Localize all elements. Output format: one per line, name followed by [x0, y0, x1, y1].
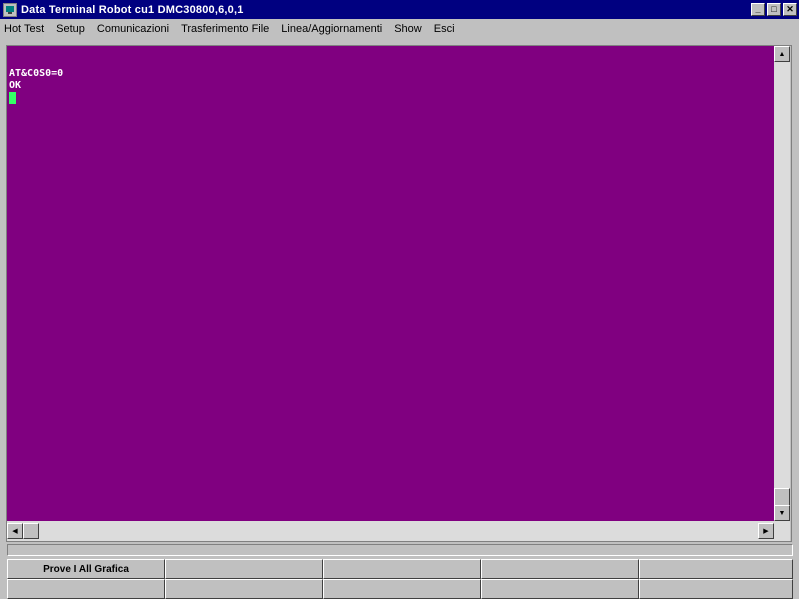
terminal-line: OK [9, 80, 22, 91]
maximize-button[interactable]: □ [767, 3, 781, 16]
function-key-10[interactable] [639, 579, 793, 599]
close-button[interactable]: ✕ [783, 3, 797, 16]
arrow-up-icon: ▲ [778, 50, 786, 58]
horizontal-scrollbar[interactable]: ◀ ▶ [7, 521, 774, 541]
arrow-right-icon: ▶ [763, 527, 769, 535]
function-key-2[interactable] [165, 559, 323, 579]
minimize-icon: _ [755, 4, 761, 14]
scroll-left-button[interactable]: ◀ [7, 523, 23, 539]
scroll-up-button[interactable]: ▲ [774, 46, 790, 62]
menu-comunicazioni[interactable]: Comunicazioni [97, 23, 169, 35]
window-title: Data Terminal Robot cu1 DMC30800,6,0,1 [21, 3, 244, 16]
terminal-line: AT&C0S0=0 [9, 68, 64, 79]
menu-esci[interactable]: Esci [434, 23, 455, 35]
function-key-6[interactable] [7, 579, 165, 599]
vertical-scrollbar[interactable]: ▲ ▼ [774, 46, 790, 541]
app-icon[interactable] [3, 2, 17, 17]
function-key-9[interactable] [481, 579, 639, 599]
scroll-down-button[interactable]: ▼ [774, 505, 790, 521]
scroll-right-button[interactable]: ▶ [758, 523, 774, 539]
menu-show[interactable]: Show [394, 23, 422, 35]
function-key-3[interactable] [323, 559, 481, 579]
function-key-panel: Prove I All Grafica [7, 559, 793, 599]
minimize-button[interactable]: _ [751, 3, 765, 16]
function-key-7[interactable] [165, 579, 323, 599]
menu-hot-test[interactable]: Hot Test [4, 23, 44, 35]
terminal-cursor-line [9, 92, 772, 108]
maximize-icon: □ [771, 4, 777, 14]
menu-bar: Hot Test Setup Comunicazioni Trasferimen… [0, 19, 799, 39]
function-key-5[interactable] [639, 559, 793, 579]
arrow-left-icon: ◀ [12, 527, 18, 535]
horizontal-scroll-thumb[interactable] [23, 523, 39, 539]
close-icon: ✕ [786, 4, 794, 14]
menu-linea-aggiornamenti[interactable]: Linea/Aggiornamenti [281, 23, 382, 35]
function-key-4[interactable] [481, 559, 639, 579]
function-key-8[interactable] [323, 579, 481, 599]
function-key-1[interactable]: Prove I All Grafica [7, 559, 165, 579]
menu-setup[interactable]: Setup [56, 23, 85, 35]
terminal-cursor [9, 92, 16, 104]
arrow-down-icon: ▼ [778, 509, 786, 517]
status-bar [7, 544, 793, 556]
terminal-screen[interactable]: AT&C0S0=0 OK [7, 46, 774, 521]
menu-trasferimento-file[interactable]: Trasferimento File [181, 23, 269, 35]
title-bar: Data Terminal Robot cu1 DMC30800,6,0,1 _… [0, 0, 799, 19]
